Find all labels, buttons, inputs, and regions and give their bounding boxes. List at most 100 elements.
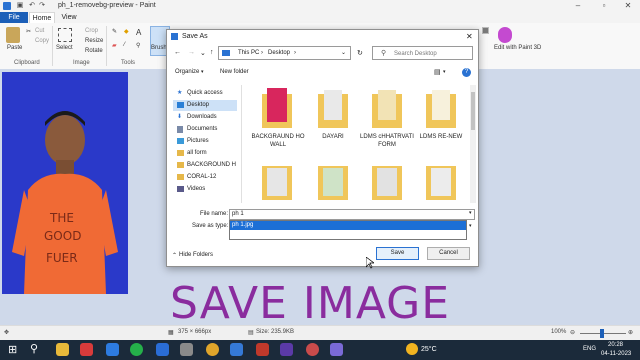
cancel-button[interactable]: Cancel xyxy=(427,247,470,260)
maximize-button[interactable]: ▫ xyxy=(592,0,616,12)
color-swatch[interactable] xyxy=(482,27,489,34)
app-icon[interactable] xyxy=(106,343,119,356)
nav-all-form[interactable]: all form xyxy=(177,148,207,159)
file-name-label[interactable]: LDMS RE-NEW xyxy=(413,133,469,141)
chrome-icon[interactable] xyxy=(206,343,219,356)
color-picker-icon[interactable]: ⁄ xyxy=(124,42,125,48)
search-icon[interactable]: ⚲ xyxy=(30,342,38,355)
folder-thumbnail-icon[interactable] xyxy=(262,88,292,128)
dialog-close-button[interactable]: ✕ xyxy=(466,32,473,41)
magnifier-icon[interactable]: ⚲ xyxy=(136,42,140,49)
view-options-icon[interactable]: ▤ xyxy=(434,68,441,76)
videos-icon xyxy=(177,186,184,192)
weather-icon xyxy=(406,343,418,355)
undo-icon[interactable]: ↶ xyxy=(28,2,36,10)
cut-button[interactable]: Cut xyxy=(35,28,44,34)
folder-icon[interactable] xyxy=(318,88,348,128)
select-icon[interactable] xyxy=(58,28,72,42)
nav-desktop[interactable]: Desktop xyxy=(177,100,209,111)
nav-pictures[interactable]: Pictures xyxy=(177,136,209,147)
back-arrow-icon[interactable]: ← xyxy=(174,49,181,56)
nav-label: BACKGROUND H xyxy=(187,162,237,168)
clock-time[interactable]: 20:28 xyxy=(608,342,623,348)
paint3d-icon[interactable] xyxy=(498,27,512,43)
app-icon[interactable] xyxy=(306,343,319,356)
app-icon[interactable] xyxy=(180,343,193,356)
redo-icon[interactable]: ↷ xyxy=(38,2,46,10)
file-name-dropdown-icon[interactable]: ▾ xyxy=(469,210,472,216)
folder-icon[interactable] xyxy=(262,166,292,200)
recent-dropdown-icon[interactable]: ⌄ xyxy=(200,49,206,57)
language-indicator[interactable]: ENG xyxy=(583,346,596,352)
forward-arrow-icon[interactable]: → xyxy=(188,49,195,56)
eraser-icon[interactable]: ▰ xyxy=(112,42,117,49)
app-icon[interactable] xyxy=(280,343,293,356)
folder-icon[interactable] xyxy=(372,166,402,200)
folder-icon[interactable] xyxy=(426,88,456,128)
fill-icon[interactable]: ◆ xyxy=(124,28,129,35)
zoom-in-icon[interactable]: ⊕ xyxy=(628,329,633,336)
file-name-input[interactable]: ph 1 xyxy=(229,209,475,220)
file-explorer-icon[interactable] xyxy=(56,343,69,356)
hide-folders-button[interactable]: Hide Folders xyxy=(179,252,213,258)
rotate-button[interactable]: Rotate xyxy=(85,48,103,54)
scrollbar-thumb[interactable] xyxy=(471,92,475,130)
nav-quick-access[interactable]: ★ Quick access xyxy=(177,88,223,99)
zoom-out-icon[interactable]: ⊖ xyxy=(570,329,575,336)
up-arrow-icon[interactable]: ↑ xyxy=(210,49,214,56)
nav-downloads[interactable]: ⬇ Downloads xyxy=(177,112,217,123)
text-icon[interactable]: A xyxy=(136,28,141,37)
file-menu[interactable]: File xyxy=(0,12,28,23)
canvas-image[interactable]: THE GOOD FUER xyxy=(2,72,128,294)
edit-with-paint3d-button[interactable]: Edit with Paint 3D xyxy=(494,45,541,51)
folder-icon[interactable] xyxy=(372,88,402,128)
breadcrumb-this-pc[interactable]: This PC xyxy=(238,50,259,56)
paste-button[interactable]: Paste xyxy=(7,45,22,51)
select-button[interactable]: Select xyxy=(56,45,73,51)
autocomplete-suggestion[interactable]: ph 1.jpg xyxy=(230,221,466,230)
file-name-label[interactable]: DAYARI xyxy=(305,133,361,141)
minimize-button[interactable]: – xyxy=(566,0,590,12)
copy-button[interactable]: Copy xyxy=(35,38,49,44)
pencil-icon[interactable]: ✎ xyxy=(112,28,117,35)
home-tab[interactable]: Home xyxy=(29,12,55,23)
address-dropdown-icon[interactable]: ⌄ xyxy=(341,49,346,56)
file-name-label[interactable]: LDMS cHHATRVATI FORM xyxy=(359,133,415,149)
title-bar: ▣ ↶ ↷ ph_1-removebg-preview - Paint – ▫ … xyxy=(0,0,640,12)
hide-folders-chevron-icon[interactable]: ⌃ xyxy=(172,252,177,259)
save-button[interactable]: Save xyxy=(376,247,419,260)
save-quick-icon[interactable]: ▣ xyxy=(16,2,24,10)
app-icon[interactable] xyxy=(230,343,243,356)
nav-videos[interactable]: Videos xyxy=(177,184,205,195)
nav-background-h[interactable]: BACKGROUND H xyxy=(177,160,237,171)
divider xyxy=(106,26,107,66)
zoom-slider-thumb[interactable] xyxy=(600,329,604,338)
help-icon[interactable]: ? xyxy=(462,68,471,77)
nav-coral-12[interactable]: CORAL-12 xyxy=(177,172,216,183)
folder-icon[interactable] xyxy=(318,166,348,200)
refresh-icon[interactable]: ↻ xyxy=(357,49,363,57)
organize-dropdown-icon[interactable]: ▾ xyxy=(201,69,204,75)
search-icon: ⚲ xyxy=(381,50,387,57)
app-icon[interactable] xyxy=(80,343,93,356)
file-name-label[interactable]: BACKGRAUND HO WALL xyxy=(250,133,306,149)
breadcrumb-desktop[interactable]: Desktop xyxy=(268,50,290,56)
nav-documents[interactable]: Documents xyxy=(177,124,217,135)
resize-button[interactable]: Resize xyxy=(85,38,103,44)
close-window-button[interactable]: ✕ xyxy=(616,0,640,12)
app-icon[interactable] xyxy=(256,343,269,356)
view-tab[interactable]: View xyxy=(58,12,80,23)
save-as-type-dropdown-icon[interactable]: ▾ xyxy=(469,223,472,229)
view-dropdown-icon[interactable]: ▾ xyxy=(443,69,446,75)
clock-date[interactable]: 04-11-2023 xyxy=(601,351,631,357)
windows-start-icon[interactable]: ⊞ xyxy=(8,343,17,356)
scissors-icon[interactable]: ✂ xyxy=(26,28,31,35)
new-folder-button[interactable]: New folder xyxy=(220,69,249,75)
paint-taskbar-icon[interactable] xyxy=(330,343,343,356)
folder-icon[interactable] xyxy=(426,166,456,200)
whatsapp-icon[interactable] xyxy=(130,343,143,356)
organize-button[interactable]: Organize xyxy=(175,69,199,75)
crop-button[interactable]: Crop xyxy=(85,28,98,34)
paste-icon[interactable] xyxy=(6,27,20,43)
mail-icon[interactable] xyxy=(156,343,169,356)
